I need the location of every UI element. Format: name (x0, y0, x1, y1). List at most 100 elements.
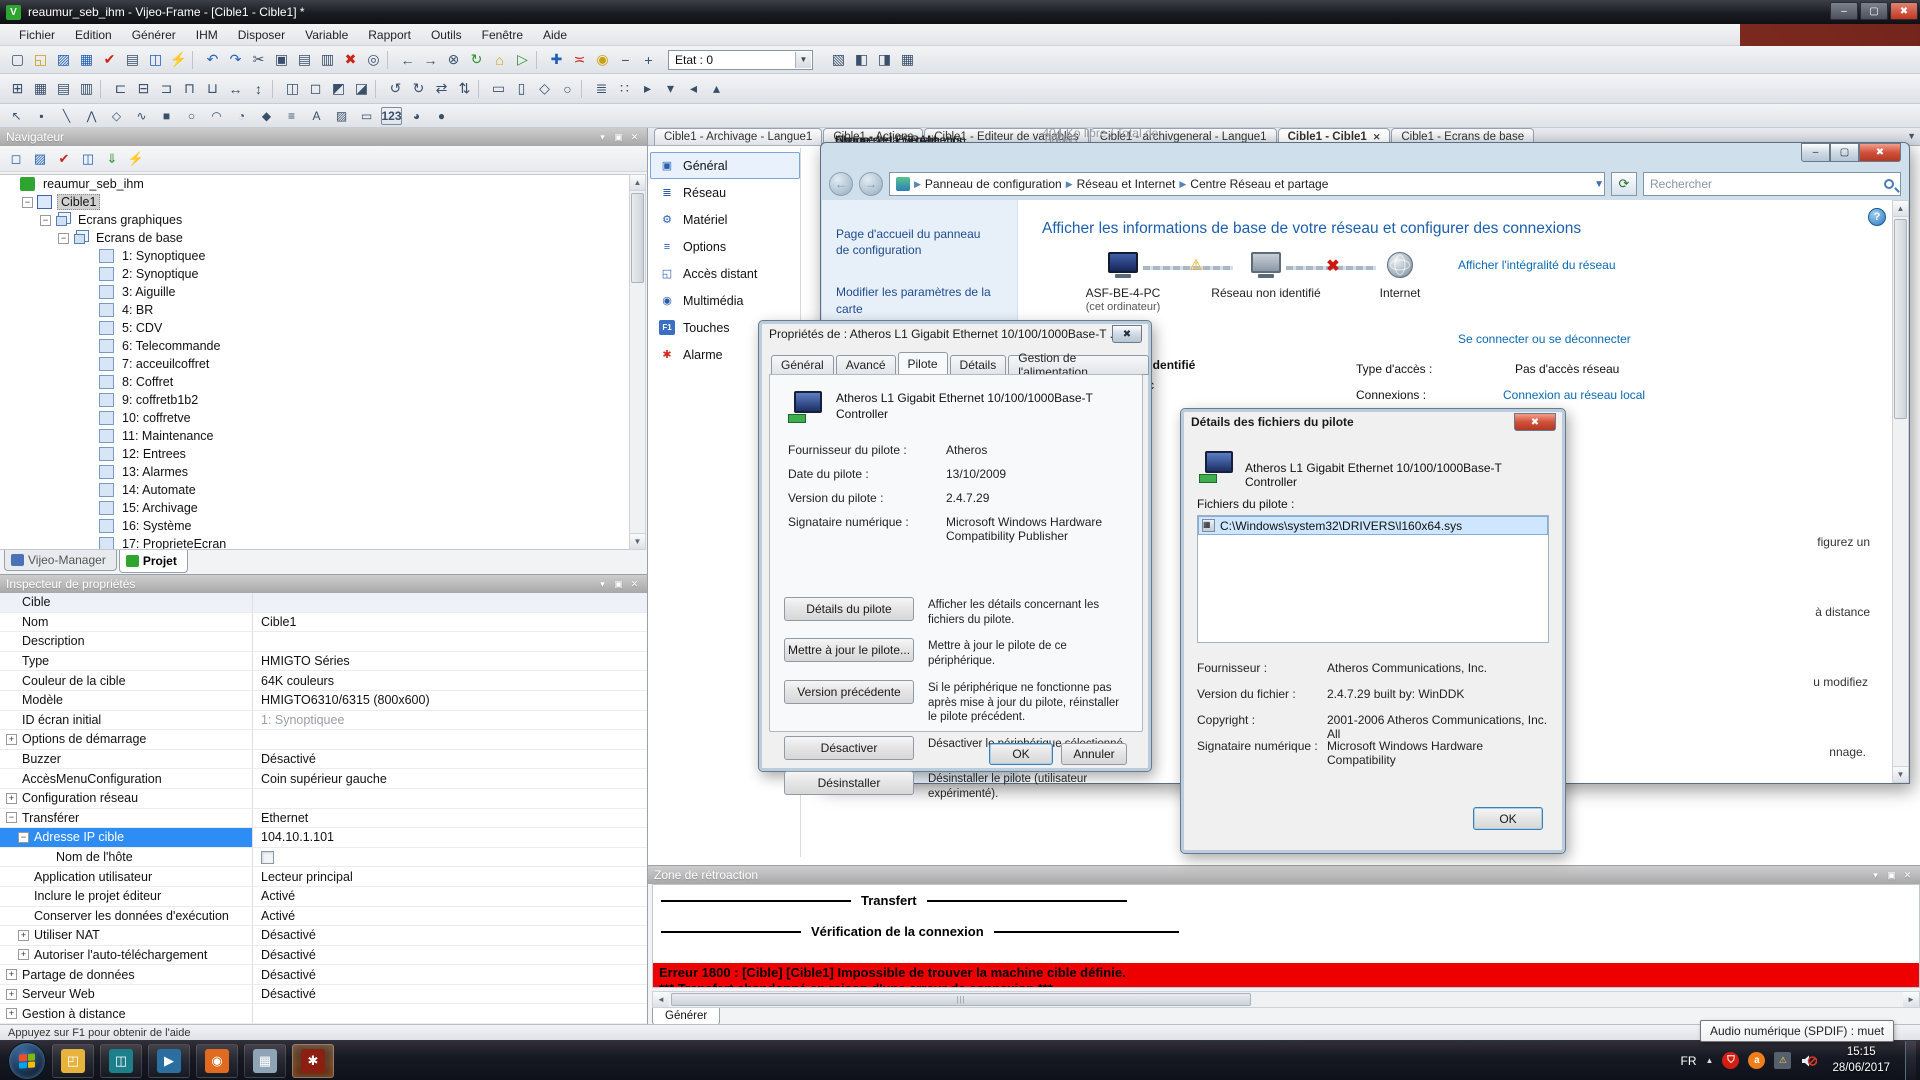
dialog-tab[interactable]: Avancé (836, 355, 896, 375)
document-tab[interactable]: Cible1 - Archivage - Langue1 (654, 128, 822, 145)
tree-item[interactable]: 16: Système (0, 517, 629, 535)
curve-icon[interactable]: ∿ (131, 107, 152, 125)
editor-sidebar-item[interactable]: ⚙ Matériel (650, 206, 800, 233)
network-node-icon[interactable] (1249, 252, 1283, 282)
new-icon[interactable]: ▢ (6, 49, 29, 71)
avast-tray-icon[interactable]: a (1748, 1052, 1765, 1069)
editor-sidebar-item[interactable]: ◉ Multimédia (650, 287, 800, 314)
tree-item[interactable]: 14: Automate (0, 481, 629, 499)
property-expander-icon[interactable]: + (6, 1008, 17, 1019)
maximize-button[interactable]: ▢ (1860, 2, 1888, 20)
stop-icon[interactable]: ⊗ (442, 49, 465, 71)
insert-col-icon[interactable]: ▥ (75, 78, 98, 100)
tree-expander-icon[interactable]: − (58, 233, 69, 244)
close-icon[interactable]: ✕ (628, 132, 641, 143)
order-icon[interactable]: ≣ (590, 78, 613, 100)
network-window-titlebar[interactable]: – ▢ ✖ (821, 143, 1909, 169)
menu-item[interactable]: Outils (422, 26, 471, 44)
property-row[interactable]: Cible (0, 593, 647, 613)
ellipse-icon[interactable]: ○ (181, 107, 202, 125)
property-row[interactable]: Nom de l'hôte (0, 848, 647, 868)
center-screen-icon[interactable]: ○ (556, 78, 579, 100)
tree-item[interactable]: 6: Telecommande (0, 337, 629, 355)
scroll-left-icon[interactable]: ◄ (653, 992, 669, 1007)
property-row[interactable]: AccèsMenuConfiguration Coin supérieur ga… (0, 769, 647, 789)
task-link[interactable]: Page d'accueil du panneau de configurati… (836, 226, 996, 258)
group-icon[interactable]: ◫ (281, 78, 304, 100)
panel-menu-icon[interactable]: ▾ (596, 132, 609, 143)
tree-item[interactable]: − Ecrans graphiques (0, 211, 629, 229)
navigator-tab[interactable]: Vijeo-Manager (4, 550, 117, 571)
property-row[interactable]: Nom Cible1 (0, 613, 647, 633)
minimize-button[interactable]: – (1830, 2, 1858, 20)
window-cascade-icon[interactable]: ◨ (873, 49, 896, 71)
forward-icon[interactable]: → (859, 172, 883, 196)
same-width-icon[interactable]: ▭ (487, 78, 510, 100)
property-row[interactable]: − Adresse IP cible 104.10.1.101 (0, 828, 647, 848)
flip-h-icon[interactable]: ⇄ (430, 78, 453, 100)
chevron-down-icon[interactable]: ▼ (1594, 179, 1604, 190)
taskbar-app-button[interactable]: ✱ (292, 1044, 334, 1078)
ungroup-icon[interactable]: ◻ (304, 78, 327, 100)
back-icon[interactable]: ← (829, 172, 853, 196)
property-row[interactable]: + Configuration réseau (0, 789, 647, 809)
property-row[interactable]: Type HMIGTO Séries (0, 652, 647, 672)
scroll-right-icon[interactable]: ► (1903, 992, 1919, 1007)
property-row[interactable]: Modèle HMIGTO6310/6315 (800x600) (0, 691, 647, 711)
paste-icon[interactable]: ▤ (293, 49, 316, 71)
copy-icon[interactable]: ▣ (270, 49, 293, 71)
tree-item[interactable]: 9: coffretb1b2 (0, 391, 629, 409)
delete-icon[interactable]: ✖ (339, 49, 362, 71)
property-checkbox[interactable] (261, 851, 274, 864)
property-value[interactable]: 64K couleurs (261, 674, 334, 688)
build-run-icon[interactable]: ⚡ (124, 148, 148, 170)
save-icon[interactable]: ▨ (52, 49, 75, 71)
property-row[interactable]: ID écran initial 1: Synoptiquee (0, 711, 647, 731)
tree-item[interactable]: − Ecrans de base (0, 229, 629, 247)
scrollbar-thumb[interactable] (631, 193, 644, 283)
editor-sidebar-item[interactable]: ≣ Réseau (650, 179, 800, 206)
search-input[interactable]: Rechercher (1643, 172, 1901, 196)
pin-icon[interactable]: ▣ (612, 132, 625, 143)
tree-item[interactable]: 3: Aiguille (0, 283, 629, 301)
nudge-left-icon[interactable]: ◂ (682, 78, 705, 100)
separator[interactable]: | (581, 80, 588, 98)
scroll-down-icon[interactable]: ▼ (1893, 766, 1908, 782)
same-size-icon[interactable]: ◇ (533, 78, 556, 100)
simulate-icon[interactable]: ◫ (76, 148, 100, 170)
meter-icon[interactable]: ◕ (406, 107, 427, 125)
property-value[interactable]: Désactivé (261, 752, 316, 766)
lamp-icon[interactable]: ● (431, 107, 452, 125)
property-value[interactable]: Désactivé (261, 987, 316, 1001)
scrollbar-thumb[interactable] (1894, 219, 1907, 419)
property-row[interactable]: Conserver les données d'exécution Activé (0, 907, 647, 927)
property-row[interactable]: + Options de démarrage (0, 730, 647, 750)
align-center-icon[interactable]: ⊟ (132, 78, 155, 100)
close-icon[interactable]: ✕ (628, 579, 641, 590)
bring-front-icon[interactable]: ◩ (327, 78, 350, 100)
start-button[interactable] (8, 1042, 46, 1080)
computer-icon[interactable] (1106, 252, 1140, 282)
zoom-out-icon[interactable]: − (614, 49, 637, 71)
property-expander-icon[interactable]: − (6, 812, 17, 823)
property-expander-icon[interactable]: + (6, 734, 17, 745)
shape-icon[interactable]: ◆ (256, 107, 277, 125)
chevron-down-icon[interactable]: ▼ (795, 52, 811, 68)
line-icon[interactable]: ╲ (56, 107, 77, 125)
driver-action-button[interactable]: Détails du pilote (784, 597, 914, 621)
property-row[interactable]: + Gestion à distance (0, 1004, 647, 1024)
breadcrumb[interactable]: ▶ Panneau de configuration ▶ Réseau et I… (889, 172, 1605, 196)
cancel-button[interactable]: Annuler (1061, 743, 1127, 765)
property-value[interactable]: HMIGTO Séries (261, 654, 350, 668)
point-icon[interactable]: ▪ (31, 107, 52, 125)
tree-item[interactable]: 1: Synoptiquee (0, 247, 629, 265)
align-right-icon[interactable]: ⊐ (155, 78, 178, 100)
refresh-icon[interactable]: ⟳ (1611, 172, 1637, 196)
window-split-icon[interactable]: ◧ (850, 49, 873, 71)
menu-item[interactable]: Variable (296, 26, 357, 44)
driver-action-button[interactable]: Version précédente (784, 680, 914, 704)
property-value[interactable]: Désactivé (261, 968, 316, 982)
pin-icon[interactable]: ▣ (1885, 870, 1898, 881)
close-tab-icon[interactable]: ✕ (1373, 132, 1381, 143)
tree-item[interactable]: 13: Alarmes (0, 463, 629, 481)
